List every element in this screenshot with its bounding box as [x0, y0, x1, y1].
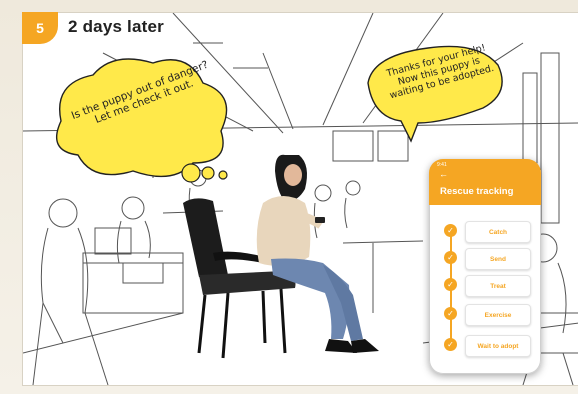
phone-mockup: 9:41 ← Rescue tracking ✓ Catch ✓ Send ✓ … [429, 159, 541, 374]
phone-header: 9:41 ← Rescue tracking [429, 159, 541, 205]
check-icon: ✓ [444, 224, 457, 237]
storyboard-frame: 9:41 ← Rescue tracking ✓ Catch ✓ Send ✓ … [0, 0, 578, 394]
step-button[interactable]: Exercise [465, 304, 531, 326]
scene-caption: 2 days later [68, 17, 164, 36]
check-icon: ✓ [444, 338, 457, 351]
back-arrow-icon[interactable]: ← [439, 170, 448, 179]
step-catch: ✓ Catch [443, 221, 533, 243]
seated-woman [256, 154, 379, 353]
step-treat: ✓ Treat [443, 275, 533, 297]
phone-title: Rescue tracking [440, 186, 514, 197]
step-exercise: ✓ Exercise [443, 304, 533, 326]
step-wait-to-adopt: ✓ Wait to adopt [443, 335, 533, 357]
status-time: 9:41 [437, 162, 447, 168]
step-button[interactable]: Send [465, 248, 531, 270]
step-button[interactable]: Wait to adopt [465, 335, 531, 357]
step-button[interactable]: Catch [465, 221, 531, 243]
check-icon: ✓ [444, 251, 457, 264]
check-icon: ✓ [444, 307, 457, 320]
step-button[interactable]: Treat [465, 275, 531, 297]
check-icon: ✓ [444, 278, 457, 291]
step-send: ✓ Send [443, 248, 533, 270]
